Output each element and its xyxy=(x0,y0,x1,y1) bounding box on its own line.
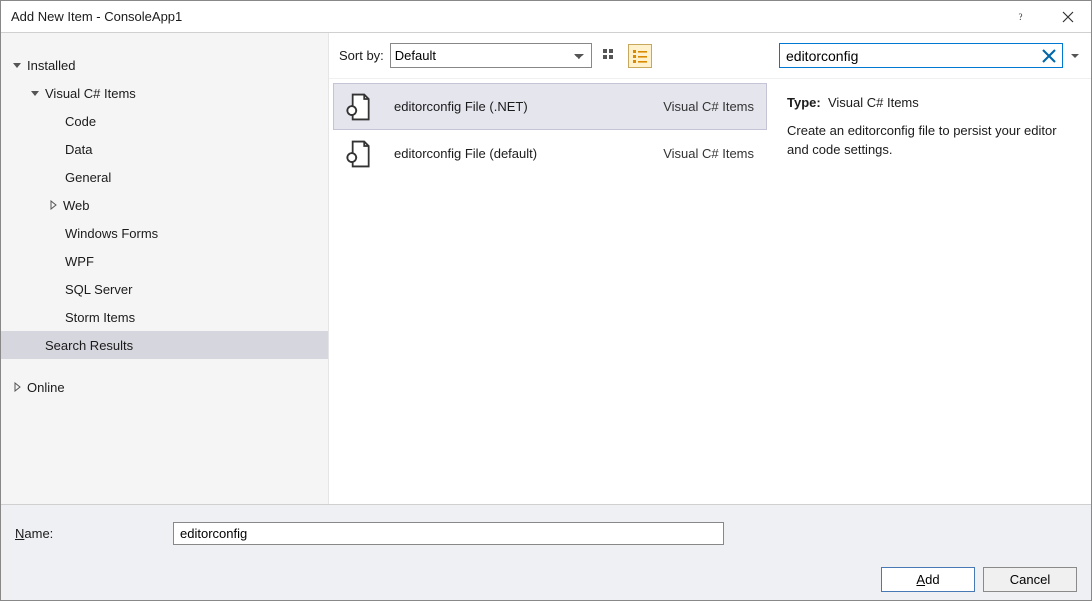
tree-item-web[interactable]: Web xyxy=(1,191,328,219)
cancel-button[interactable]: Cancel xyxy=(983,567,1077,592)
description-area: Type: Visual C# Items Create an editorco… xyxy=(771,79,1091,174)
clear-search-button[interactable] xyxy=(1040,47,1058,65)
expander-right-icon xyxy=(11,381,23,393)
help-button[interactable]: ? xyxy=(999,1,1045,33)
view-list-button[interactable] xyxy=(628,44,652,68)
add-button[interactable]: Add xyxy=(881,567,975,592)
main-area: Installed Visual C# Items Code Data Gene… xyxy=(1,33,1091,504)
tree-installed[interactable]: Installed xyxy=(1,51,328,79)
list-icon xyxy=(632,48,648,64)
window-title: Add New Item - ConsoleApp1 xyxy=(11,9,999,24)
tree-label: Storm Items xyxy=(65,310,135,325)
tree-label: Visual C# Items xyxy=(45,86,136,101)
grid-icon xyxy=(602,48,618,64)
tree-search-results[interactable]: Search Results xyxy=(1,331,328,359)
sort-bar: Sort by: Default xyxy=(329,33,771,79)
tree-label: Data xyxy=(65,142,92,157)
sort-label: Sort by: xyxy=(339,48,384,63)
tree-online[interactable]: Online xyxy=(1,373,328,401)
tree-item-winforms[interactable]: Windows Forms xyxy=(1,219,328,247)
footer: Name: Add Cancel xyxy=(1,504,1091,600)
type-value: Visual C# Items xyxy=(828,95,919,110)
template-item[interactable]: editorconfig File (default) Visual C# It… xyxy=(333,130,767,177)
category-tree[interactable]: Installed Visual C# Items Code Data Gene… xyxy=(1,33,328,504)
tree-item-code[interactable]: Code xyxy=(1,107,328,135)
template-name: editorconfig File (.NET) xyxy=(394,99,655,114)
search-dropdown-button[interactable] xyxy=(1067,44,1083,68)
search-bar xyxy=(771,33,1091,79)
search-input[interactable] xyxy=(784,48,1040,64)
view-grid-button[interactable] xyxy=(598,44,622,68)
help-icon: ? xyxy=(1016,11,1028,23)
template-name: editorconfig File (default) xyxy=(394,146,655,161)
name-input[interactable] xyxy=(173,522,724,545)
expander-down-icon xyxy=(11,59,23,71)
expander-right-icon xyxy=(47,199,59,211)
tree-label: Windows Forms xyxy=(65,226,158,241)
svg-text:?: ? xyxy=(1019,12,1023,22)
tree-label: Installed xyxy=(27,58,75,73)
name-label: Name: xyxy=(15,526,173,541)
tree-item-data[interactable]: Data xyxy=(1,135,328,163)
tree-label: Code xyxy=(65,114,96,129)
type-label: Type: xyxy=(787,95,821,110)
search-field-wrapper[interactable] xyxy=(779,43,1063,68)
template-panel: Sort by: Default xyxy=(328,33,771,504)
button-row: Add Cancel xyxy=(15,567,1077,592)
name-row: Name: xyxy=(15,518,1077,548)
template-description: Create an editorconfig file to persist y… xyxy=(787,121,1075,160)
type-line: Type: Visual C# Items xyxy=(787,93,1075,113)
template-category: Visual C# Items xyxy=(663,99,754,114)
template-category: Visual C# Items xyxy=(663,146,754,161)
tree-label: General xyxy=(65,170,111,185)
details-panel: Type: Visual C# Items Create an editorco… xyxy=(771,33,1091,504)
close-button[interactable] xyxy=(1045,1,1091,33)
editorconfig-file-icon xyxy=(340,89,376,125)
chevron-down-icon xyxy=(1071,52,1079,60)
tree-label: Web xyxy=(63,198,90,213)
tree-item-storm[interactable]: Storm Items xyxy=(1,303,328,331)
template-list[interactable]: editorconfig File (.NET) Visual C# Items… xyxy=(329,79,771,504)
expander-down-icon xyxy=(29,87,41,99)
tree-label: WPF xyxy=(65,254,94,269)
template-item[interactable]: editorconfig File (.NET) Visual C# Items xyxy=(333,83,767,130)
tree-item-general[interactable]: General xyxy=(1,163,328,191)
tree-label: Search Results xyxy=(45,338,133,353)
tree-item-sqlserver[interactable]: SQL Server xyxy=(1,275,328,303)
tree-visual-csharp[interactable]: Visual C# Items xyxy=(1,79,328,107)
title-bar: Add New Item - ConsoleApp1 ? xyxy=(1,1,1091,33)
tree-label: Online xyxy=(27,380,65,395)
sort-select[interactable]: Default xyxy=(390,43,592,68)
close-icon xyxy=(1062,11,1074,23)
editorconfig-file-icon xyxy=(340,136,376,172)
tree-label: SQL Server xyxy=(65,282,132,297)
tree-item-wpf[interactable]: WPF xyxy=(1,247,328,275)
close-icon xyxy=(1040,47,1058,65)
